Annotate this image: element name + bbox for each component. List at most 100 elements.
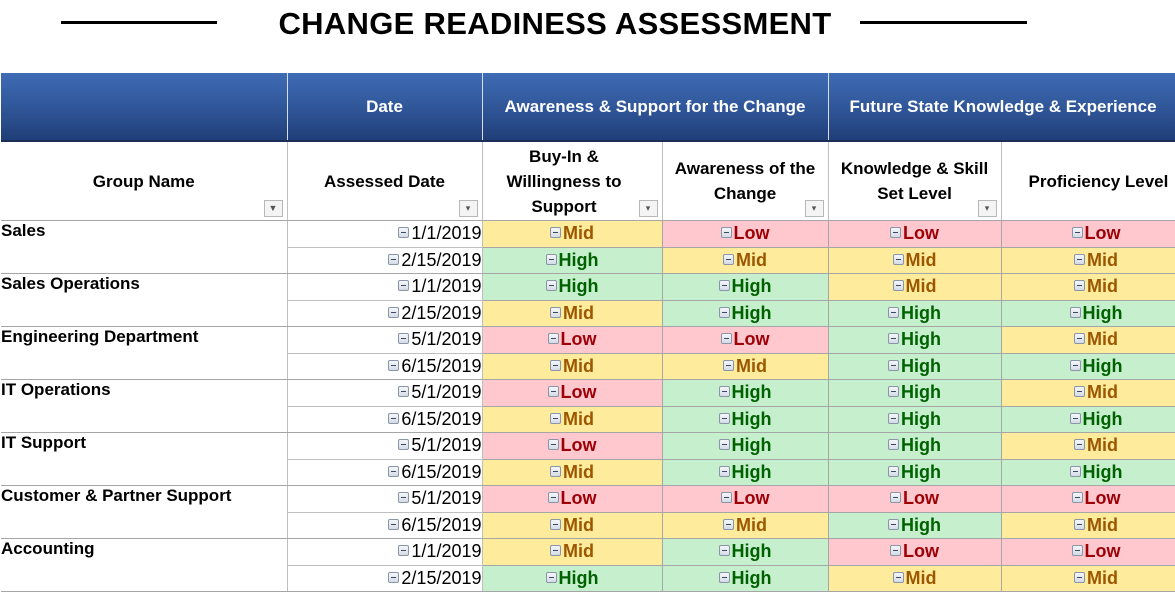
group-name-cell[interactable]: Sales Operations	[1, 273, 288, 327]
buy-in-level-cell[interactable]: Mid	[482, 512, 663, 539]
collapse-minus-icon[interactable]	[545, 280, 557, 292]
collapse-minus-icon[interactable]	[1069, 359, 1081, 371]
collapse-minus-icon[interactable]	[888, 412, 900, 424]
knowledge-level-cell[interactable]: High	[828, 432, 1002, 460]
collapse-minus-icon[interactable]	[1074, 333, 1086, 345]
collapse-minus-icon[interactable]	[388, 412, 400, 424]
knowledge-level-cell[interactable]: Low	[828, 538, 1002, 566]
buy-in-level-cell[interactable]: High	[482, 273, 663, 301]
buy-in-level-cell[interactable]: Low	[482, 432, 663, 460]
collapse-minus-icon[interactable]	[550, 412, 561, 424]
collapse-minus-icon[interactable]	[1074, 280, 1086, 292]
collapse-minus-icon[interactable]	[388, 518, 400, 530]
collapse-minus-icon[interactable]	[1071, 492, 1083, 504]
awareness-level-cell[interactable]: High	[662, 565, 829, 592]
collapse-minus-icon[interactable]	[388, 306, 400, 318]
knowledge-level-cell[interactable]: High	[828, 326, 1002, 354]
collapse-minus-icon[interactable]	[888, 359, 900, 371]
collapse-minus-icon[interactable]	[1074, 439, 1086, 451]
buy-in-level-cell[interactable]: Mid	[482, 353, 663, 380]
awareness-level-cell[interactable]: High	[662, 538, 829, 566]
group-name-cell[interactable]: IT Support	[1, 432, 288, 486]
collapse-minus-icon[interactable]	[720, 492, 732, 504]
knowledge-level-cell[interactable]: High	[828, 406, 1002, 433]
assessed-date-cell[interactable]: 5/1/2019	[287, 485, 483, 513]
collapse-minus-icon[interactable]	[723, 359, 734, 371]
proficiency-level-cell[interactable]: Mid	[1001, 379, 1175, 407]
collapse-minus-icon[interactable]	[388, 253, 400, 265]
collapse-minus-icon[interactable]	[398, 439, 410, 451]
collapse-minus-icon[interactable]	[888, 465, 900, 477]
assessed-date-cell[interactable]: 6/15/2019	[287, 459, 483, 486]
assessed-date-cell[interactable]: 2/15/2019	[287, 300, 483, 327]
collapse-minus-icon[interactable]	[388, 359, 400, 371]
proficiency-level-cell[interactable]: High	[1001, 353, 1175, 380]
assessed-date-cell[interactable]: 1/1/2019	[287, 273, 483, 301]
collapse-minus-icon[interactable]	[718, 386, 730, 398]
proficiency-level-cell[interactable]: Mid	[1001, 273, 1175, 301]
collapse-minus-icon[interactable]	[718, 571, 730, 583]
assessed-date-cell[interactable]: 1/1/2019	[287, 538, 483, 566]
collapse-minus-icon[interactable]	[890, 492, 902, 504]
knowledge-level-cell[interactable]: High	[828, 300, 1002, 327]
assessed-date-cell[interactable]: 1/1/2019	[287, 220, 483, 248]
collapse-minus-icon[interactable]	[388, 571, 400, 583]
collapse-minus-icon[interactable]	[545, 253, 557, 265]
knowledge-level-cell[interactable]: High	[828, 379, 1002, 407]
awareness-level-cell[interactable]: Mid	[662, 247, 829, 274]
collapse-minus-icon[interactable]	[388, 465, 400, 477]
collapse-minus-icon[interactable]	[718, 439, 730, 451]
assessed-date-cell[interactable]: 5/1/2019	[287, 379, 483, 407]
proficiency-level-cell[interactable]: Low	[1001, 538, 1175, 566]
assessed-date-cell[interactable]: 5/1/2019	[287, 432, 483, 460]
proficiency-level-cell[interactable]: High	[1001, 459, 1175, 486]
collapse-minus-icon[interactable]	[888, 333, 900, 345]
collapse-minus-icon[interactable]	[892, 253, 904, 265]
assessed-date-cell[interactable]: 5/1/2019	[287, 326, 483, 354]
buy-in-level-cell[interactable]: High	[482, 565, 663, 592]
awareness-level-cell[interactable]: High	[662, 300, 829, 327]
knowledge-level-cell[interactable]: Low	[828, 220, 1002, 248]
collapse-minus-icon[interactable]	[550, 227, 561, 239]
awareness-level-cell[interactable]: Mid	[662, 512, 829, 539]
collapse-minus-icon[interactable]	[888, 518, 900, 530]
collapse-minus-icon[interactable]	[723, 518, 734, 530]
collapse-minus-icon[interactable]	[718, 280, 730, 292]
dropdown-arrow-icon[interactable]: ▾	[804, 200, 824, 217]
awareness-level-cell[interactable]: High	[662, 406, 829, 433]
collapse-minus-icon[interactable]	[890, 545, 902, 557]
awareness-level-cell[interactable]: High	[662, 459, 829, 486]
collapse-minus-icon[interactable]	[892, 280, 904, 292]
buy-in-level-cell[interactable]: Mid	[482, 220, 663, 248]
collapse-minus-icon[interactable]	[547, 386, 559, 398]
collapse-minus-icon[interactable]	[720, 227, 732, 239]
knowledge-level-cell[interactable]: High	[828, 459, 1002, 486]
collapse-minus-icon[interactable]	[547, 439, 559, 451]
proficiency-level-cell[interactable]: Mid	[1001, 432, 1175, 460]
group-name-cell[interactable]: IT Operations	[1, 379, 288, 433]
buy-in-level-cell[interactable]: High	[482, 247, 663, 274]
collapse-minus-icon[interactable]	[1071, 545, 1083, 557]
collapse-minus-icon[interactable]	[1074, 518, 1086, 530]
buy-in-level-cell[interactable]: Mid	[482, 538, 663, 566]
awareness-level-cell[interactable]: Low	[662, 326, 829, 354]
proficiency-level-cell[interactable]: High	[1001, 300, 1175, 327]
collapse-minus-icon[interactable]	[550, 545, 561, 557]
collapse-minus-icon[interactable]	[550, 518, 561, 530]
collapse-minus-icon[interactable]	[1069, 465, 1081, 477]
knowledge-level-cell[interactable]: Mid	[828, 273, 1002, 301]
buy-in-level-cell[interactable]: Low	[482, 379, 663, 407]
awareness-level-cell[interactable]: High	[662, 379, 829, 407]
awareness-level-cell[interactable]: High	[662, 273, 829, 301]
collapse-minus-icon[interactable]	[550, 465, 561, 477]
assessed-date-cell[interactable]: 6/15/2019	[287, 512, 483, 539]
collapse-minus-icon[interactable]	[1071, 227, 1083, 239]
group-name-cell[interactable]: Engineering Department	[1, 326, 288, 380]
collapse-minus-icon[interactable]	[888, 439, 900, 451]
knowledge-level-cell[interactable]: Low	[828, 485, 1002, 513]
proficiency-level-cell[interactable]: High	[1001, 406, 1175, 433]
collapse-minus-icon[interactable]	[547, 333, 559, 345]
collapse-minus-icon[interactable]	[1074, 386, 1086, 398]
knowledge-level-cell[interactable]: High	[828, 353, 1002, 380]
awareness-level-cell[interactable]: Low	[662, 485, 829, 513]
